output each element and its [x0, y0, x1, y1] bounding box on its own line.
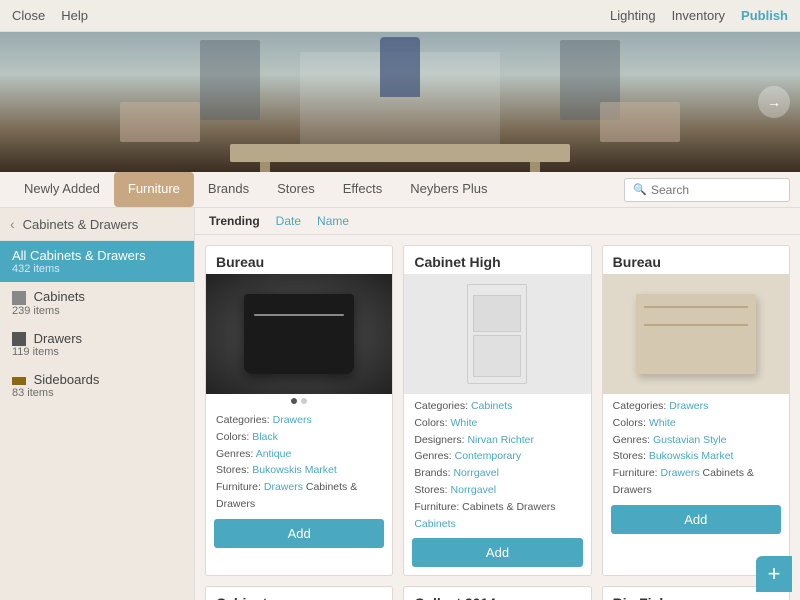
sidebar-back-button[interactable]: ‹ — [10, 216, 15, 232]
help-button[interactable]: Help — [61, 8, 88, 23]
sidebar-item-drawers-count: 119 items — [12, 346, 182, 358]
link-drawers-2[interactable]: Drawers — [669, 400, 708, 412]
search-input[interactable] — [651, 183, 781, 197]
content-area: ‹ Cabinets & Drawers All Cabinets & Draw… — [0, 208, 800, 600]
cabinet-high-furniture-shape — [467, 284, 527, 384]
sidebar-item-drawers[interactable]: Drawers 119 items — [0, 324, 194, 366]
sort-name[interactable]: Name — [317, 214, 349, 228]
inventory-button[interactable]: Inventory — [672, 8, 725, 23]
sort-date[interactable]: Date — [276, 214, 301, 228]
product-grid: Bureau Categories: Drawers Colors: Black… — [195, 235, 800, 600]
link-gustavian[interactable]: Gustavian Style — [653, 434, 727, 446]
sort-trending[interactable]: Trending — [209, 214, 260, 228]
hero-room-image — [0, 32, 800, 172]
sidebar: ‹ Cabinets & Drawers All Cabinets & Draw… — [0, 208, 195, 600]
link-norrgavel-store[interactable]: Norrgavel — [451, 484, 497, 496]
card-title-bureau-dark: Bureau — [206, 246, 392, 274]
dot-2[interactable] — [301, 398, 307, 404]
sidebar-item-cabinets-count: 239 items — [12, 305, 182, 317]
sidebar-item-sideboards-name: Sideboards — [34, 372, 100, 387]
sidebar-item-sideboards[interactable]: Sideboards 83 items — [0, 365, 194, 406]
add-button-bureau-light[interactable]: Add — [611, 505, 781, 534]
top-nav-left: Close Help — [12, 8, 88, 23]
add-button-cabinet-high[interactable]: Add — [412, 538, 582, 567]
link-cabinets-furniture[interactable]: Cabinets — [414, 518, 455, 530]
sidebar-item-all[interactable]: All Cabinets & Drawers 432 items — [0, 241, 194, 282]
lighting-button[interactable]: Lighting — [610, 8, 656, 23]
sidebar-title: Cabinets & Drawers — [23, 217, 139, 232]
card-image-cabinet-high — [404, 274, 590, 394]
hero-arrow-button[interactable]: → — [758, 86, 790, 118]
card-meta-bureau-dark: Categories: Drawers Colors: Black Genres… — [206, 408, 392, 519]
card-image-bureau-dark — [206, 274, 392, 394]
tab-newly-added[interactable]: Newly Added — [10, 172, 114, 207]
bureau-light-furniture-shape — [636, 294, 756, 374]
search-box[interactable]: 🔍 — [624, 178, 790, 202]
card-title-cabinet: Cabinet — [206, 587, 392, 600]
image-dots — [206, 394, 392, 408]
sidebar-item-cabinets-name: Cabinets — [34, 289, 85, 304]
link-drawers-furniture-1[interactable]: Drawers — [264, 481, 303, 493]
hero-banner: → — [0, 32, 800, 172]
close-button[interactable]: Close — [12, 8, 45, 23]
card-collect: Collect 2014 — [403, 586, 591, 600]
dot-1[interactable] — [291, 398, 297, 404]
card-meta-cabinet-high: Categories: Cabinets Colors: White Desig… — [404, 394, 590, 538]
sidebar-item-drawers-name: Drawers — [34, 331, 82, 346]
sidebar-item-all-name: All Cabinets & Drawers — [12, 248, 182, 263]
tab-brands[interactable]: Brands — [194, 172, 263, 207]
category-tabs: Newly Added Furniture Brands Stores Effe… — [0, 172, 800, 208]
card-meta-bureau-light: Categories: Drawers Colors: White Genres… — [603, 394, 789, 505]
link-antique[interactable]: Antique — [256, 448, 292, 460]
sidebar-item-cabinets[interactable]: Cabinets 239 items — [0, 282, 194, 324]
bureau-dark-furniture-shape — [244, 294, 354, 374]
link-white-2[interactable]: White — [649, 417, 676, 429]
sidebar-item-all-count: 432 items — [12, 263, 182, 275]
card-cabinet-high: Cabinet High Categories: Cabinets Colors… — [403, 245, 591, 576]
link-bukowskis-2[interactable]: Bukowskis Market — [649, 450, 734, 462]
link-cabinets[interactable]: Cabinets — [471, 400, 512, 412]
link-bukowskis-1[interactable]: Bukowskis Market — [252, 464, 337, 476]
card-bureau-dark: Bureau Categories: Drawers Colors: Black… — [205, 245, 393, 576]
tab-neybers-plus[interactable]: Neybers Plus — [396, 172, 501, 207]
search-icon: 🔍 — [633, 183, 647, 196]
link-drawers-1[interactable]: Drawers — [273, 414, 312, 426]
publish-button[interactable]: Publish — [741, 8, 788, 23]
card-image-bureau-light — [603, 274, 789, 394]
top-nav: Close Help Lighting Inventory Publish — [0, 0, 800, 32]
sort-tabs: Trending Date Name — [195, 208, 800, 235]
sideboard-icon — [12, 377, 26, 385]
card-title-bureau-light: Bureau — [603, 246, 789, 274]
cabinet-icon — [12, 291, 26, 305]
tab-stores[interactable]: Stores — [263, 172, 329, 207]
tab-furniture[interactable]: Furniture — [114, 172, 194, 207]
link-black[interactable]: Black — [252, 431, 278, 443]
add-button-bureau-dark[interactable]: Add — [214, 519, 384, 548]
top-nav-right: Lighting Inventory Publish — [610, 8, 788, 23]
tab-effects[interactable]: Effects — [329, 172, 397, 207]
link-contemporary[interactable]: Contemporary — [455, 450, 522, 462]
link-nirvan-richter[interactable]: Nirvan Richter — [467, 434, 534, 446]
card-title-collect: Collect 2014 — [404, 587, 590, 600]
hero-table — [230, 144, 570, 162]
plus-button[interactable]: + — [756, 556, 792, 592]
sidebar-item-sideboards-count: 83 items — [12, 387, 182, 399]
link-white-1[interactable]: White — [451, 417, 478, 429]
card-cabinet: Cabinet — [205, 586, 393, 600]
card-bureau-light: Bureau Categories: Drawers Colors: White… — [602, 245, 790, 576]
drawer-icon — [12, 332, 26, 346]
main-content: Trending Date Name Bureau Categories: Dr… — [195, 208, 800, 600]
link-drawers-furniture-2[interactable]: Drawers — [661, 467, 700, 479]
card-title-cabinet-high: Cabinet High — [404, 246, 590, 274]
sidebar-header: ‹ Cabinets & Drawers — [0, 208, 194, 241]
link-norrgavel-brand[interactable]: Norrgavel — [453, 467, 499, 479]
